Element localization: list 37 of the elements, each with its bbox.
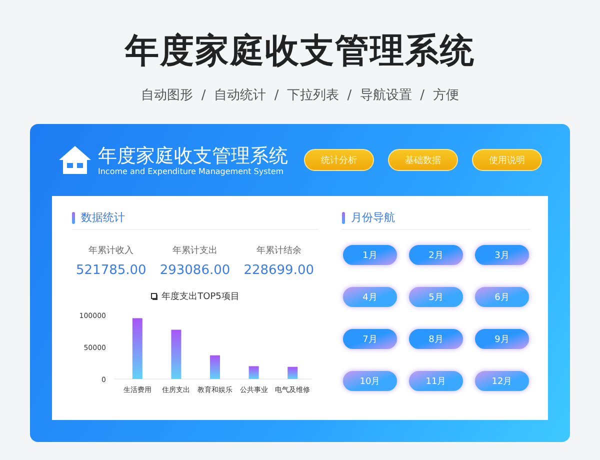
chart-bar [171,330,182,379]
stat-value: 293086.00 [160,263,230,278]
heading-marker [72,212,75,224]
month-button[interactable]: 5月 [408,286,464,308]
chart-bar [248,366,259,379]
nav-button[interactable]: 使用说明 [472,149,542,171]
app-title: 年度家庭收支管理系统 [98,144,288,166]
month-button[interactable]: 9月 [474,328,530,350]
nav-button[interactable]: 基础数据 [388,149,458,171]
month-button[interactable]: 4月 [342,286,398,308]
month-button[interactable]: 12月 [474,370,530,392]
app-subtitle: Income and Expenditure Management System [98,166,285,176]
chart-title: 年度支出TOP5项目 [162,290,240,303]
house-icon [58,145,92,175]
feature-list: 自动图形 / 自动统计 / 下拉列表 / 导航设置 / 方便 [141,86,459,104]
square-icon [150,293,158,300]
stat-value: 228699.00 [244,263,314,278]
month-button[interactable]: 1月 [342,244,398,266]
chart-bar [288,366,298,379]
stat-label: 年累计收入 [88,244,134,257]
chart-bar [210,355,220,379]
stat-label: 年累计支出 [172,244,218,257]
section-heading: 数据统计 [81,210,125,225]
month-button[interactable]: 7月 [342,328,398,350]
month-button[interactable]: 3月 [474,244,530,266]
chart-bar [132,318,142,379]
month-button[interactable]: 8月 [408,328,464,350]
page-title: 年度家庭收支管理系统 [125,30,475,73]
nav-button[interactable]: 统计分析 [304,149,374,171]
month-button[interactable]: 2月 [408,244,464,266]
stat-value: 521785.00 [76,263,146,278]
month-button[interactable]: 11月 [408,370,464,392]
heading-marker [342,212,345,224]
section-heading: 月份导航 [351,210,395,225]
month-button[interactable]: 10月 [342,370,398,392]
month-button[interactable]: 6月 [474,286,530,308]
stat-label: 年累计结余 [256,244,302,257]
